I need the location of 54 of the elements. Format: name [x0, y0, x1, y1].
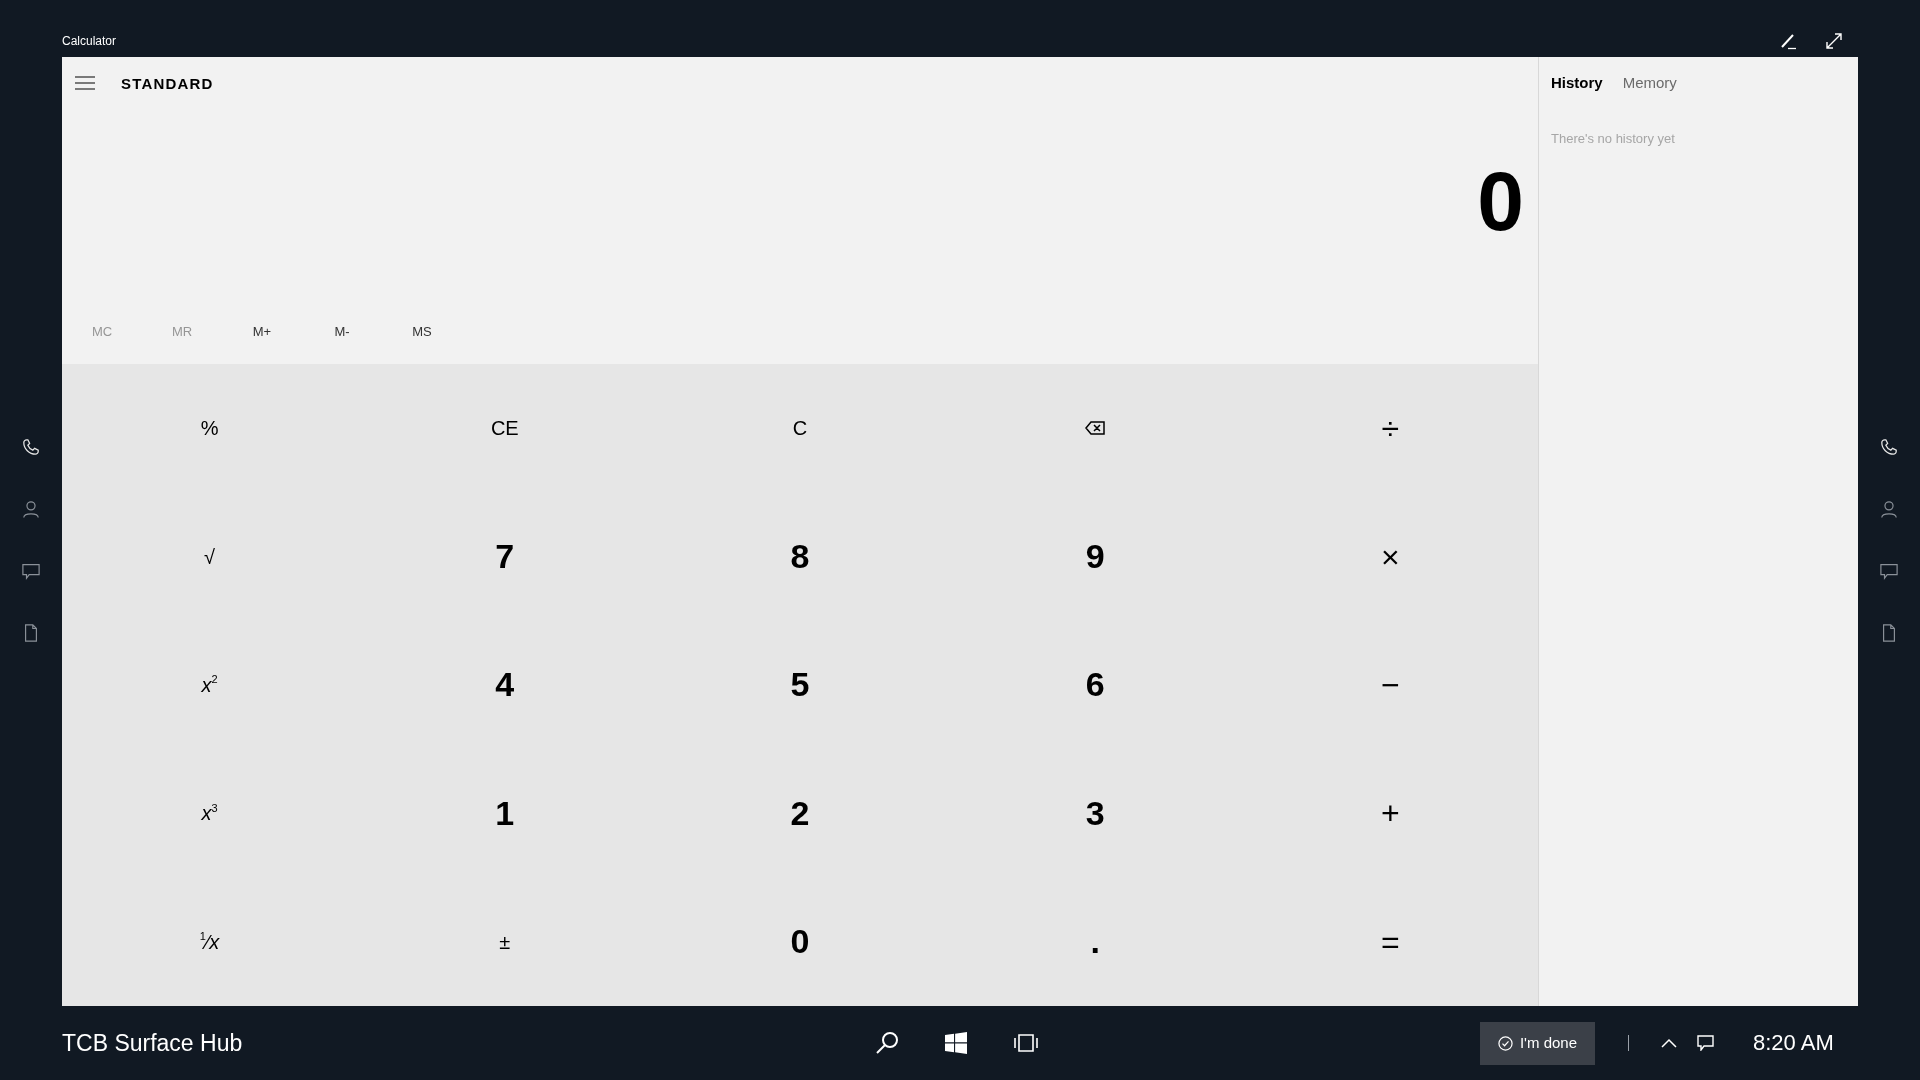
operator-key[interactable]: × [1242, 492, 1538, 621]
function-key[interactable]: C [652, 364, 948, 493]
memory-button[interactable]: M+ [248, 320, 276, 342]
function-key[interactable]: x$^{3}$ [62, 749, 358, 878]
check-circle-icon [1497, 1035, 1513, 1051]
digit-key[interactable]: . [947, 877, 1243, 1006]
operator-key[interactable]: = [1242, 877, 1538, 1006]
phone-icon[interactable] [1880, 438, 1898, 456]
window-title: Calculator [62, 35, 117, 47]
digit-key[interactable]: 7 [357, 492, 653, 621]
menu-icon[interactable] [75, 76, 95, 90]
phone-icon[interactable] [22, 438, 40, 456]
windows-logo-icon[interactable] [945, 1032, 967, 1054]
memory-button[interactable]: MS [408, 320, 436, 342]
function-key[interactable]: CE [357, 364, 653, 493]
function-key[interactable]: % [62, 364, 358, 493]
operator-key[interactable]: ÷ [1242, 364, 1538, 493]
person-icon[interactable] [1880, 500, 1898, 518]
digit-key[interactable]: 2 [652, 749, 948, 878]
backspace-icon [1085, 421, 1106, 436]
expand-icon[interactable] [1825, 32, 1843, 50]
empty-history-message: There's no history yet [1551, 132, 1675, 145]
clock-time: 8:20 AM [1753, 1032, 1834, 1054]
chevron-up-icon[interactable] [1661, 1038, 1677, 1048]
memory-button[interactable]: M- [330, 320, 354, 342]
digit-key[interactable]: 1 [357, 749, 653, 878]
chat-bubble-icon[interactable] [1880, 562, 1898, 580]
digit-key[interactable]: 4 [357, 620, 653, 750]
device-name: TCB Surface Hub [62, 1031, 243, 1055]
digit-key[interactable]: 0 [652, 877, 948, 1006]
task-view-icon[interactable] [1013, 1033, 1039, 1053]
panel-tab[interactable]: History [1551, 70, 1603, 94]
done-button[interactable]: I'm done [1480, 1021, 1595, 1065]
function-key[interactable]: √ [62, 492, 358, 621]
digit-key[interactable]: 8 [652, 492, 948, 621]
digit-key[interactable]: 6 [947, 620, 1243, 750]
chat-bubble-icon[interactable] [22, 562, 40, 580]
document-icon[interactable] [22, 624, 40, 642]
digit-key[interactable]: 3 [947, 749, 1243, 878]
mode-title: STANDARD [121, 75, 214, 91]
document-icon[interactable] [1880, 624, 1898, 642]
operator-key[interactable]: + [1242, 749, 1538, 878]
function-key[interactable]: ± [357, 877, 653, 1006]
panel-tab[interactable]: Memory [1622, 70, 1677, 94]
speech-bubble-icon[interactable] [1697, 1035, 1714, 1051]
operator-key[interactable]: − [1242, 620, 1538, 750]
person-icon[interactable] [22, 500, 40, 518]
function-key[interactable]: x$^{2}$ [62, 620, 358, 750]
display-value: 0 [1477, 159, 1524, 243]
digit-key[interactable]: 5 [652, 620, 948, 750]
digit-key[interactable]: 9 [947, 492, 1243, 621]
function-key[interactable]: $^{1}$⁄x [62, 877, 358, 1006]
search-icon[interactable] [874, 1030, 900, 1056]
pen-icon[interactable] [1780, 32, 1798, 50]
